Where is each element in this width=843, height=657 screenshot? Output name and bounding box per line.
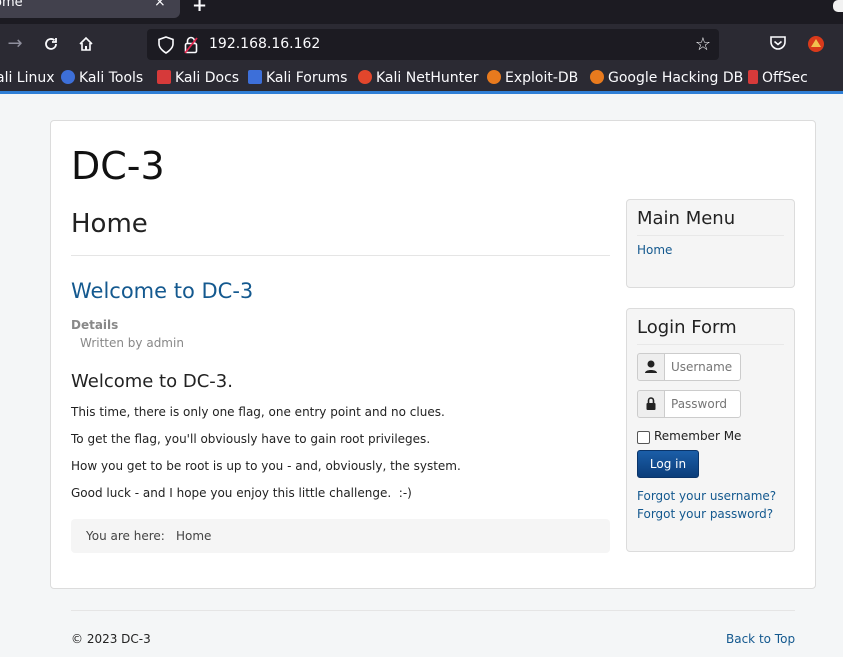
close-tab-icon[interactable]: ×	[154, 0, 166, 9]
password-input[interactable]	[664, 390, 741, 418]
article-title-link[interactable]: Welcome to DC-3	[71, 279, 253, 303]
username-input[interactable]	[664, 353, 741, 381]
forgot-username-link[interactable]: Forgot your username?	[637, 489, 776, 503]
shield-icon[interactable]	[158, 36, 174, 54]
browser-tab-bar: ome × +	[0, 0, 843, 24]
bookmark-exploit-db[interactable]: Exploit-DB	[487, 70, 578, 86]
address-bar[interactable]: 192.168.16.162 ☆	[147, 29, 719, 60]
content-card: DC-3 Home Welcome to DC-3 Details Writte…	[50, 120, 816, 589]
kali-forums-icon	[248, 70, 262, 84]
bookmark-offsec[interactable]: OffSec	[748, 70, 808, 86]
forward-icon[interactable]: →	[3, 32, 27, 56]
breadcrumb-label: You are here:	[86, 529, 165, 543]
divider	[637, 235, 784, 236]
tab-title: ome	[0, 0, 23, 10]
google-hacking-db-icon	[590, 70, 604, 84]
menu-item-home[interactable]: Home	[637, 243, 672, 257]
paragraph: To get the flag, you'll obviously have t…	[71, 432, 431, 446]
browser-tab[interactable]: ome ×	[0, 0, 180, 18]
main-menu-title: Main Menu	[637, 208, 736, 229]
insecure-lock-icon[interactable]	[184, 36, 198, 54]
browser-nav-bar: → 192.168.16.162 ☆	[0, 24, 843, 66]
breadcrumb-home: Home	[176, 529, 212, 543]
bookmark-kali-linux[interactable]: ali Linux	[0, 70, 55, 86]
paragraph: Good luck - and I hope you enjoy this li…	[71, 486, 412, 500]
forgot-password-link[interactable]: Forgot your password?	[637, 507, 773, 521]
details-label: Details	[71, 318, 119, 332]
paragraph: This time, there is only one flag, one e…	[71, 405, 445, 419]
paragraph: How you get to be root is up to you - an…	[71, 459, 461, 473]
divider	[71, 255, 610, 256]
bookmark-kali-forums[interactable]: Kali Forums	[248, 70, 347, 86]
extension-icon[interactable]	[806, 34, 826, 54]
tab-overflow-indicator	[833, 0, 843, 12]
kali-tools-icon	[61, 70, 75, 84]
bookmark-star-icon[interactable]: ☆	[695, 34, 711, 55]
login-form-module: Login Form Remember Me Log in Forgot you…	[626, 308, 795, 552]
lock-icon	[637, 390, 665, 418]
login-form-title: Login Form	[637, 317, 737, 338]
welcome-heading: Welcome to DC-3.	[71, 371, 233, 392]
divider	[637, 344, 784, 345]
reload-icon[interactable]	[39, 32, 63, 56]
exploit-db-icon	[487, 70, 501, 84]
new-tab-icon[interactable]: +	[192, 0, 207, 16]
written-by: Written by admin	[80, 336, 184, 350]
copyright: © 2023 DC-3	[71, 632, 151, 646]
home-icon[interactable]	[74, 32, 98, 56]
main-menu-module: Main Menu Home	[626, 199, 795, 288]
kali-nethunter-icon	[358, 70, 372, 84]
url-text[interactable]: 192.168.16.162	[209, 36, 320, 52]
breadcrumb: You are here: Home	[71, 519, 610, 553]
bookmark-google-hacking-db[interactable]: Google Hacking DB	[590, 70, 743, 86]
page-heading: Home	[71, 209, 148, 239]
username-group	[637, 353, 742, 381]
bookmark-kali-nethunter[interactable]: Kali NetHunter	[358, 70, 478, 86]
remember-me-label[interactable]: Remember Me	[654, 429, 741, 443]
kali-docs-icon	[157, 70, 171, 84]
bookmark-kali-tools[interactable]: Kali Tools	[61, 70, 143, 86]
remember-me-checkbox[interactable]	[637, 431, 650, 444]
pocket-icon[interactable]	[769, 35, 787, 51]
login-button[interactable]: Log in	[637, 450, 699, 478]
back-to-top-link[interactable]: Back to Top	[726, 632, 795, 646]
web-page: DC-3 Home Welcome to DC-3 Details Writte…	[0, 97, 843, 657]
password-group	[637, 390, 742, 418]
site-title[interactable]: DC-3	[71, 144, 165, 188]
bookmarks-toolbar: ali Linux Kali Tools Kali Docs Kali Foru…	[0, 66, 843, 94]
bookmark-kali-docs[interactable]: Kali Docs	[157, 70, 239, 86]
user-icon	[637, 353, 665, 381]
offsec-icon	[748, 70, 758, 84]
footer-divider	[71, 610, 795, 611]
